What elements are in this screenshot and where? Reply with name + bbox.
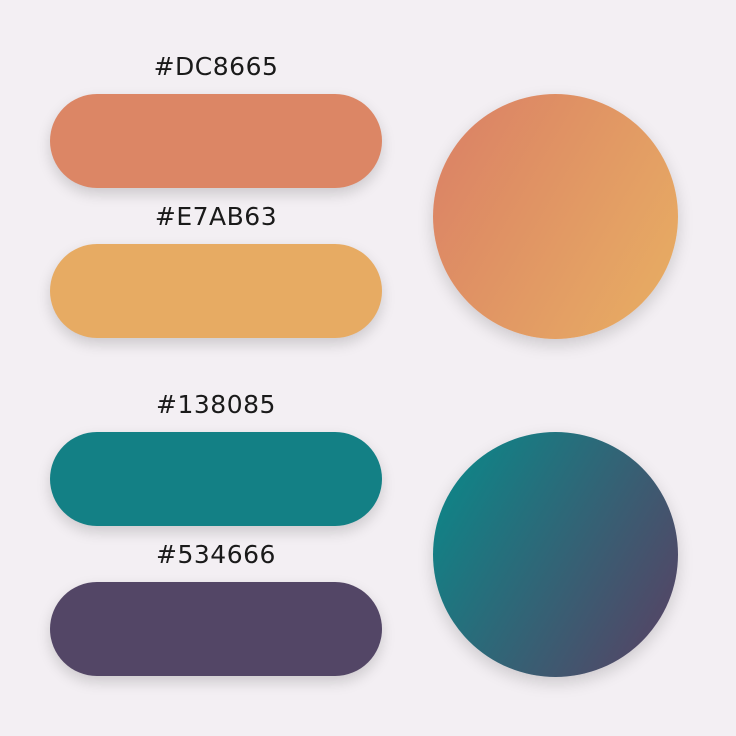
swatch-pill-e7ab63 — [50, 244, 382, 338]
swatch-pill-534666 — [50, 582, 382, 676]
swatch-label-e7ab63: #E7AB63 — [154, 202, 278, 231]
swatch-label-534666: #534666 — [156, 540, 276, 569]
swatch-label-dc8665: #DC8665 — [153, 52, 279, 81]
gradient-circle-cool — [433, 432, 678, 677]
swatch-label-138085: #138085 — [156, 390, 276, 419]
gradient-circle-warm — [433, 94, 678, 339]
swatch-pill-dc8665 — [50, 94, 382, 188]
swatch-pill-138085 — [50, 432, 382, 526]
